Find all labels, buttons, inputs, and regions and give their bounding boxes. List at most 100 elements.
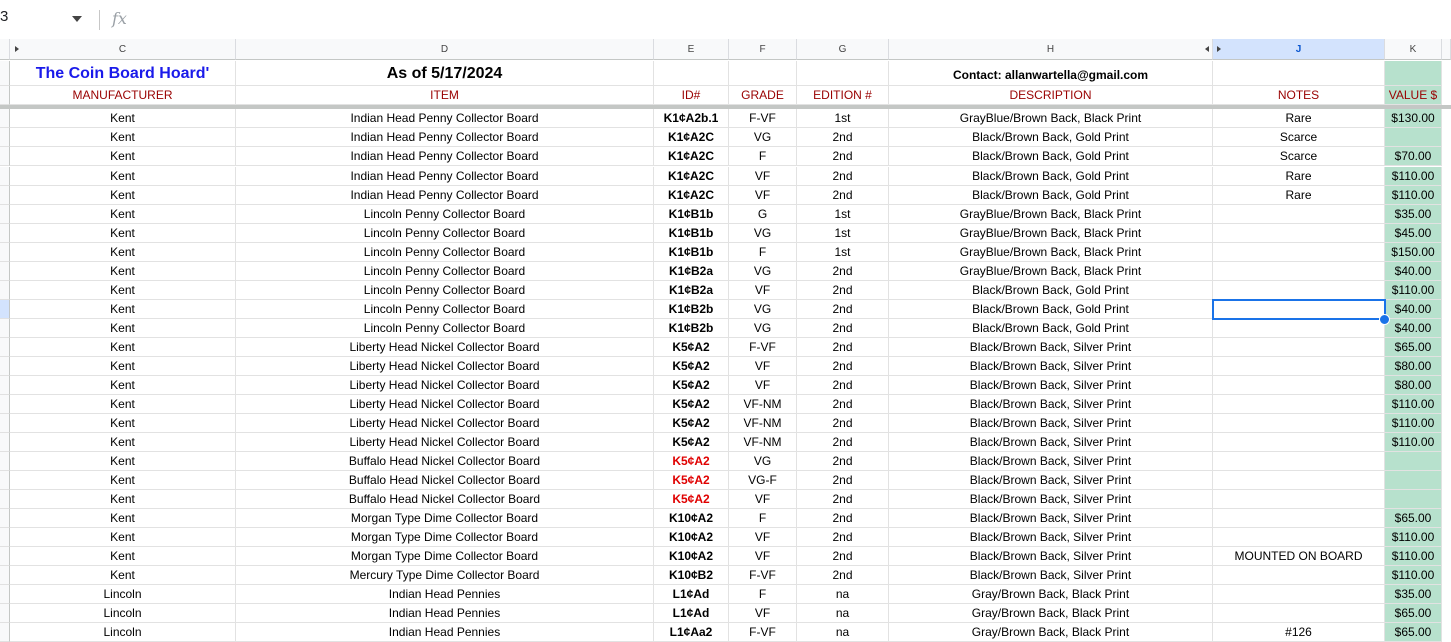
row-header[interactable] — [0, 86, 10, 105]
cell-value[interactable]: $110.00 — [1385, 566, 1442, 585]
cell-value[interactable] — [1385, 471, 1442, 490]
cell-value[interactable] — [1385, 490, 1442, 509]
cell-edition[interactable]: 2nd — [797, 319, 889, 338]
cell-edition[interactable]: 1st — [797, 109, 889, 128]
cell-edition[interactable]: 2nd — [797, 357, 889, 376]
cell-item[interactable]: Lincoln Penny Collector Board — [236, 243, 654, 262]
cell-item[interactable]: Mercury Type Dime Collector Board — [236, 566, 654, 585]
cell-empty[interactable] — [654, 61, 729, 86]
column-header-j[interactable]: J — [1213, 39, 1385, 60]
cell-manufacturer[interactable]: Kent — [10, 319, 236, 338]
cell-id[interactable]: L1¢Ad — [654, 604, 729, 623]
cell-id[interactable]: K1¢B1b — [654, 224, 729, 243]
cell-description[interactable]: GrayBlue/Brown Back, Black Print — [889, 205, 1213, 224]
cell-edition[interactable]: 2nd — [797, 452, 889, 471]
cell-value[interactable]: $35.00 — [1385, 585, 1442, 604]
cell-edition[interactable]: 2nd — [797, 490, 889, 509]
cell-manufacturer[interactable]: Kent — [10, 414, 236, 433]
cell-description[interactable]: Gray/Brown Back, Black Print — [889, 604, 1213, 623]
cell-id[interactable]: K1¢B2a — [654, 281, 729, 300]
row-header[interactable] — [0, 338, 10, 357]
cell-edition[interactable]: 1st — [797, 224, 889, 243]
cell-value[interactable]: $110.00 — [1385, 414, 1442, 433]
cell-manufacturer[interactable]: Kent — [10, 224, 236, 243]
row-header[interactable] — [0, 528, 10, 547]
cell-id[interactable]: K1¢B1b — [654, 205, 729, 224]
cell-item[interactable]: Lincoln Penny Collector Board — [236, 319, 654, 338]
cell-manufacturer[interactable]: Kent — [10, 205, 236, 224]
cell-value[interactable]: $65.00 — [1385, 509, 1442, 528]
cell-grade[interactable]: VF — [729, 604, 797, 623]
cell-description[interactable]: Black/Brown Back, Silver Print — [889, 452, 1213, 471]
cell-manufacturer[interactable]: Kent — [10, 357, 236, 376]
cell-item[interactable]: Indian Head Pennies — [236, 604, 654, 623]
cell-value[interactable] — [1385, 452, 1442, 471]
cell-manufacturer[interactable]: Kent — [10, 281, 236, 300]
cell-notes[interactable] — [1213, 433, 1385, 452]
cell-notes[interactable] — [1213, 243, 1385, 262]
cell-notes[interactable]: Scarce — [1213, 147, 1385, 166]
cell-id[interactable]: K5¢A2 — [654, 471, 729, 490]
cell-grade[interactable]: VF-NM — [729, 395, 797, 414]
cell-value[interactable]: $110.00 — [1385, 167, 1442, 186]
cell-manufacturer[interactable]: Kent — [10, 147, 236, 166]
header-notes[interactable]: NOTES — [1213, 86, 1385, 105]
cell-id[interactable]: K5¢A2 — [654, 395, 729, 414]
cell-value[interactable]: $35.00 — [1385, 205, 1442, 224]
cell-manufacturer[interactable]: Lincoln — [10, 604, 236, 623]
cell-notes[interactable]: Rare — [1213, 186, 1385, 205]
cell-empty[interactable] — [1385, 61, 1442, 86]
cell-description[interactable]: GrayBlue/Brown Back, Black Print — [889, 109, 1213, 128]
cell-manufacturer[interactable]: Kent — [10, 452, 236, 471]
cell-item[interactable]: Lincoln Penny Collector Board — [236, 262, 654, 281]
cell-item[interactable]: Lincoln Penny Collector Board — [236, 205, 654, 224]
hidden-column-i-right-icon[interactable] — [1217, 46, 1221, 52]
cell-id[interactable]: K1¢A2C — [654, 147, 729, 166]
cell-grade[interactable]: VF — [729, 357, 797, 376]
cell-item[interactable]: Buffalo Head Nickel Collector Board — [236, 452, 654, 471]
cell-description[interactable]: GrayBlue/Brown Back, Black Print — [889, 243, 1213, 262]
cell-grade[interactable]: F — [729, 147, 797, 166]
name-box[interactable]: 3 — [0, 8, 8, 25]
cell-id[interactable]: K1¢B2b — [654, 319, 729, 338]
cell-manufacturer[interactable]: Kent — [10, 300, 236, 319]
cell-notes[interactable] — [1213, 414, 1385, 433]
cell-description[interactable]: Black/Brown Back, Gold Print — [889, 167, 1213, 186]
cell-manufacturer[interactable]: Kent — [10, 262, 236, 281]
cell-grade[interactable]: VG — [729, 224, 797, 243]
cell-manufacturer[interactable]: Kent — [10, 128, 236, 147]
column-header-d[interactable]: D — [236, 39, 654, 60]
cell-edition[interactable]: 2nd — [797, 414, 889, 433]
cell-grade[interactable]: F-VF — [729, 566, 797, 585]
header-id[interactable]: ID# — [654, 86, 729, 105]
cell-description[interactable]: Black/Brown Back, Silver Print — [889, 490, 1213, 509]
cell-edition[interactable]: na — [797, 604, 889, 623]
cell-id[interactable]: K10¢A2 — [654, 509, 729, 528]
cell-description[interactable]: Black/Brown Back, Gold Print — [889, 300, 1213, 319]
cell-notes[interactable] — [1213, 338, 1385, 357]
cell-id[interactable]: K10¢A2 — [654, 528, 729, 547]
cell-edition[interactable]: 1st — [797, 243, 889, 262]
cell-item[interactable]: Lincoln Penny Collector Board — [236, 224, 654, 243]
cell-description[interactable]: Black/Brown Back, Silver Print — [889, 376, 1213, 395]
cell-item[interactable]: Indian Head Penny Collector Board — [236, 109, 654, 128]
cell-item[interactable]: Indian Head Penny Collector Board — [236, 167, 654, 186]
cell-description[interactable]: Black/Brown Back, Silver Print — [889, 395, 1213, 414]
cell-grade[interactable]: VF — [729, 547, 797, 566]
cell-edition[interactable]: 2nd — [797, 471, 889, 490]
cell-item[interactable]: Morgan Type Dime Collector Board — [236, 509, 654, 528]
column-header-f[interactable]: F — [729, 39, 797, 60]
cell-edition[interactable]: 1st — [797, 205, 889, 224]
cell-description[interactable]: Black/Brown Back, Silver Print — [889, 528, 1213, 547]
cell-empty[interactable] — [729, 61, 797, 86]
cell-item[interactable]: Indian Head Pennies — [236, 623, 654, 642]
row-header[interactable] — [0, 167, 10, 186]
cell-manufacturer[interactable]: Kent — [10, 167, 236, 186]
cell-manufacturer[interactable]: Kent — [10, 109, 236, 128]
cell-grade[interactable]: VG — [729, 300, 797, 319]
cell-item[interactable]: Morgan Type Dime Collector Board — [236, 528, 654, 547]
cell-description[interactable]: Black/Brown Back, Gold Print — [889, 147, 1213, 166]
cell-value[interactable]: $70.00 — [1385, 147, 1442, 166]
cell-notes[interactable] — [1213, 566, 1385, 585]
row-header[interactable] — [0, 61, 10, 86]
